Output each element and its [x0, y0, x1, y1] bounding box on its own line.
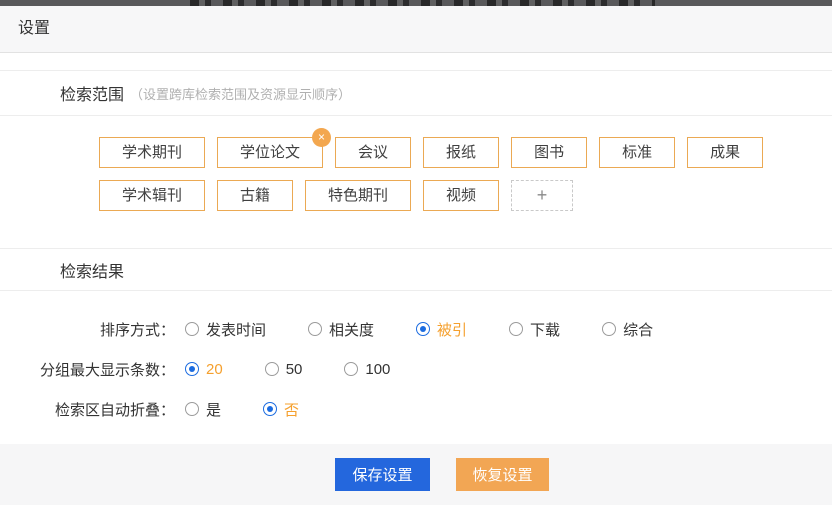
radio-label: 被引 — [437, 319, 467, 340]
section-hint-scope: （设置跨库检索范围及资源显示顺序） — [130, 84, 351, 103]
radio-option[interactable]: 下载 — [509, 319, 560, 340]
radio-option[interactable]: 是 — [185, 399, 221, 420]
save-settings-button[interactable]: 保存设置 — [335, 458, 430, 491]
resource-tag-label: 古籍 — [240, 187, 270, 204]
panel-header: 设置 — [0, 6, 832, 53]
resource-tag-label: 学术期刊 — [122, 144, 182, 161]
form-row: 分组最大显示条数： 20 50 100 — [0, 349, 832, 389]
resource-tag-label: 视频 — [446, 187, 476, 204]
radio-label: 是 — [206, 399, 221, 420]
radio-label: 否 — [284, 399, 299, 420]
resource-tags-area: 学术期刊学位论文×会议报纸图书标准成果 学术辑刊古籍特色期刊视频+ — [0, 116, 832, 248]
resource-tag[interactable]: 学术辑刊 — [99, 180, 205, 211]
resource-tag[interactable]: 标准 — [599, 137, 675, 168]
clipped-background-text — [190, 0, 655, 6]
form-label: 检索区自动折叠： — [0, 399, 175, 420]
resource-tag[interactable]: 古籍 — [217, 180, 293, 211]
radio-icon[interactable] — [185, 322, 199, 336]
resource-tag-label: 报纸 — [446, 144, 476, 161]
resource-tag[interactable]: 会议 — [335, 137, 411, 168]
page-title: 设置 — [18, 20, 50, 37]
radio-label: 下载 — [530, 319, 560, 340]
radio-label: 20 — [206, 361, 223, 378]
clipped-background-bar — [0, 0, 832, 6]
radio-option[interactable]: 相关度 — [308, 319, 374, 340]
form-label: 排序方式： — [0, 319, 175, 340]
form-row: 排序方式： 发表时间 相关度 被引 下载 综合 — [0, 309, 832, 349]
resource-tag[interactable]: 学位论文× — [217, 137, 323, 168]
add-resource-button[interactable]: + — [511, 180, 573, 211]
radio-icon[interactable] — [602, 322, 616, 336]
resource-tag-label: 成果 — [710, 144, 740, 161]
radio-group: 发表时间 相关度 被引 下载 综合 — [185, 319, 695, 340]
footer-bar: 保存设置 恢复设置 — [0, 444, 832, 505]
scope-section-header: 检索范围 （设置跨库检索范围及资源显示顺序） — [0, 71, 832, 116]
tag-row-1: 学术期刊 学位论文× 会议 报纸 图书 标准 成果 — [99, 137, 832, 168]
radio-label: 50 — [286, 361, 303, 378]
resource-tag-label: 学位论文 — [240, 144, 300, 161]
resource-tag-label: 标准 — [622, 144, 652, 161]
footer-buttons: 保存设置 恢复设置 — [335, 458, 549, 491]
radio-icon[interactable] — [265, 362, 279, 376]
section-title-results: 检索结果 — [60, 258, 124, 282]
radio-selected-icon[interactable] — [263, 402, 277, 416]
radio-label: 综合 — [623, 319, 653, 340]
radio-selected-icon[interactable] — [185, 362, 199, 376]
radio-option[interactable]: 否 — [263, 399, 299, 420]
resource-tag[interactable]: 报纸 — [423, 137, 499, 168]
radio-icon[interactable] — [344, 362, 358, 376]
radio-icon[interactable] — [185, 402, 199, 416]
resource-tag-label: 学术辑刊 — [122, 187, 182, 204]
close-icon[interactable]: × — [312, 128, 331, 147]
header-gap — [0, 53, 832, 71]
form-label: 分组最大显示条数： — [0, 359, 175, 380]
radio-option[interactable]: 100 — [344, 361, 390, 378]
radio-group: 20 50 100 — [185, 361, 432, 378]
tag-row-2: 学术辑刊 古籍 特色期刊 视频 + — [99, 180, 832, 211]
resource-tag-label: 特色期刊 — [328, 187, 388, 204]
resource-tag[interactable]: 学术期刊 — [99, 137, 205, 168]
radio-option[interactable]: 综合 — [602, 319, 653, 340]
radio-icon[interactable] — [308, 322, 322, 336]
resource-tag[interactable]: 特色期刊 — [305, 180, 411, 211]
resource-tag[interactable]: 成果 — [687, 137, 763, 168]
section-title-scope: 检索范围 — [60, 81, 124, 105]
radio-label: 相关度 — [329, 319, 374, 340]
resource-tag-label: 会议 — [358, 144, 388, 161]
radio-label: 发表时间 — [206, 319, 266, 340]
radio-group: 是否 — [185, 399, 341, 420]
radio-option[interactable]: 发表时间 — [185, 319, 266, 340]
settings-panel: 设置 检索范围 （设置跨库检索范围及资源显示顺序） 学术期刊学位论文×会议报纸图… — [0, 0, 832, 505]
radio-option[interactable]: 被引 — [416, 319, 467, 340]
restore-settings-button[interactable]: 恢复设置 — [456, 458, 549, 491]
radio-option[interactable]: 50 — [265, 361, 303, 378]
results-settings-form: 排序方式： 发表时间 相关度 被引 下载 综合分组最大显示条数： 20 50 100 检索区自动折… — [0, 291, 832, 444]
radio-label: 100 — [365, 361, 390, 378]
plus-icon: + — [537, 185, 548, 205]
form-row: 检索区自动折叠：是否 — [0, 389, 832, 429]
resource-tag[interactable]: 图书 — [511, 137, 587, 168]
radio-option[interactable]: 20 — [185, 361, 223, 378]
radio-icon[interactable] — [509, 322, 523, 336]
results-section-header: 检索结果 — [0, 248, 832, 291]
resource-tag[interactable]: 视频 — [423, 180, 499, 211]
resource-tag-label: 图书 — [534, 144, 564, 161]
radio-selected-icon[interactable] — [416, 322, 430, 336]
